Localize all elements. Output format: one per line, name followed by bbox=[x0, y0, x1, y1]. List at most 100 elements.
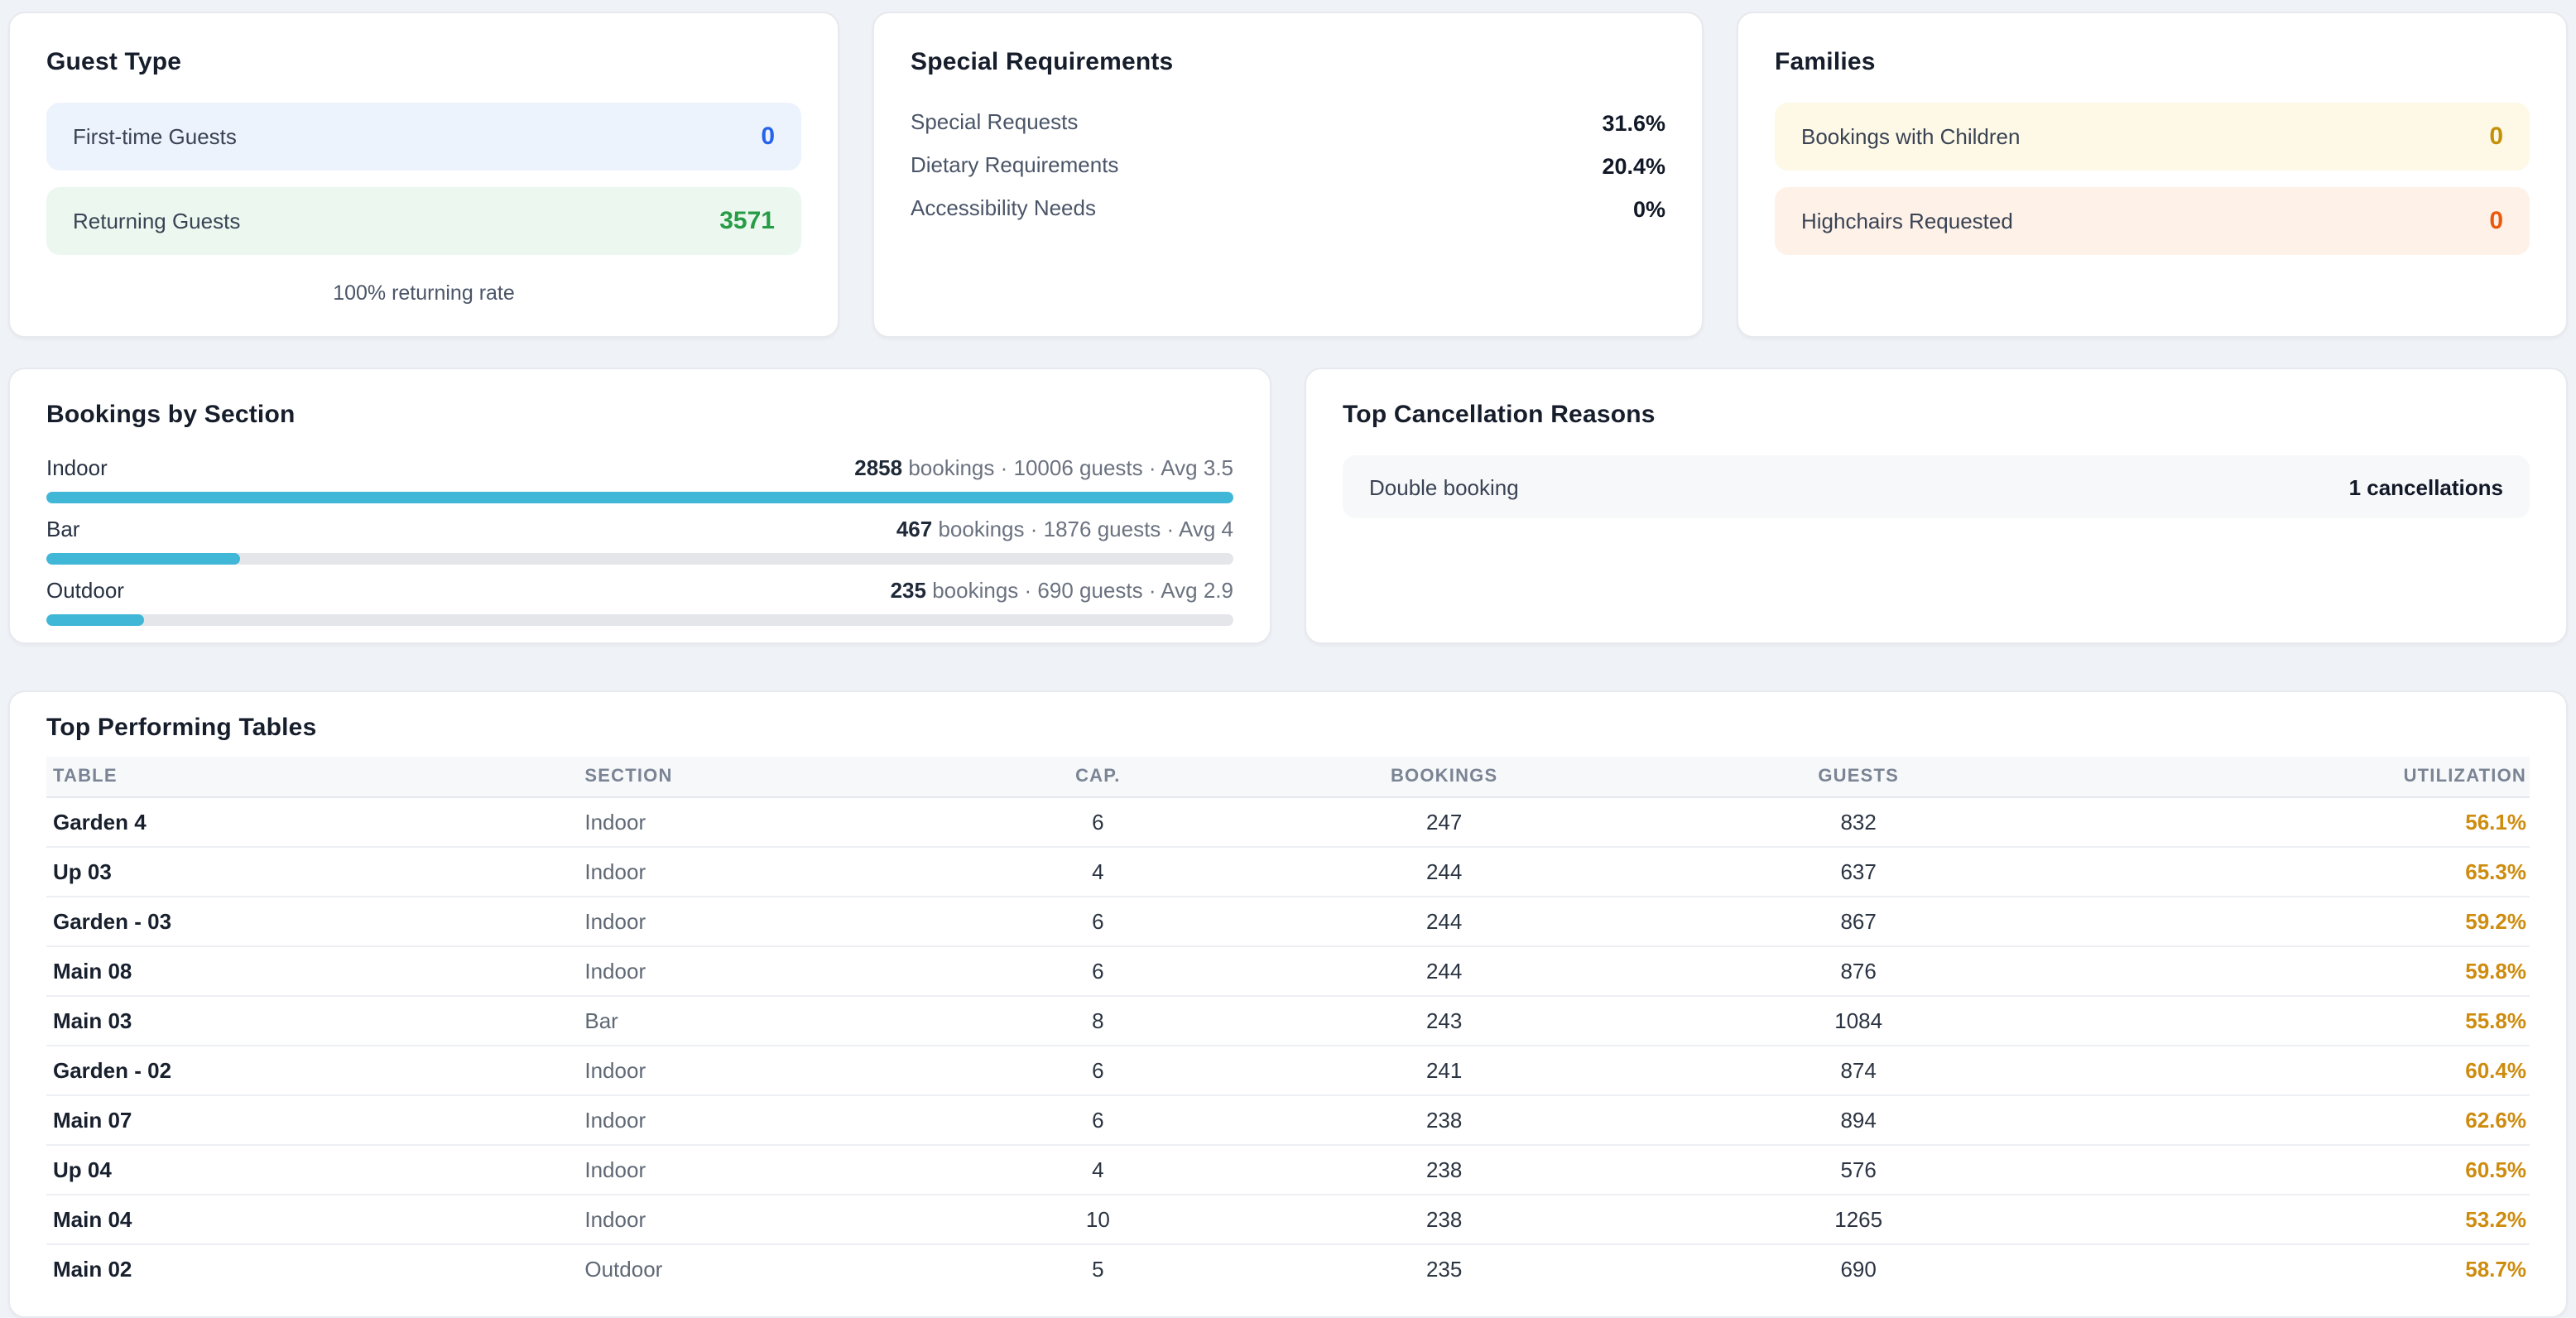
table-row: Main 04 Indoor 10 238 1265 53.2% bbox=[46, 1195, 2530, 1244]
section-outdoor-line: Outdoor 235 bookings · 690 guests · Avg … bbox=[46, 578, 1233, 604]
accessibility-needs-value: 0% bbox=[1633, 196, 1665, 221]
cell-utilization: 56.1% bbox=[2093, 797, 2530, 847]
families-title: Families bbox=[1775, 46, 2530, 79]
table-row: Garden - 02 Indoor 6 241 874 60.4% bbox=[46, 1046, 2530, 1095]
special-requirements-title: Special Requirements bbox=[911, 46, 1665, 79]
cell-table-name: Main 08 bbox=[46, 946, 584, 996]
cell-bookings: 235 bbox=[1265, 1244, 1623, 1293]
cell-capacity: 6 bbox=[931, 897, 1265, 946]
section-bar-bar-track bbox=[46, 553, 1233, 565]
top-tables-body: Garden 4 Indoor 6 247 832 56.1% Up 03 In… bbox=[46, 797, 2530, 1293]
section-outdoor-bar-track bbox=[46, 614, 1233, 626]
cell-section: Bar bbox=[584, 996, 930, 1046]
table-row: Main 08 Indoor 6 244 876 59.8% bbox=[46, 946, 2530, 996]
returning-guests-value: 3571 bbox=[719, 207, 775, 235]
cell-table-name: Main 02 bbox=[46, 1244, 584, 1293]
cell-guests: 867 bbox=[1623, 897, 2093, 946]
special-requests-value: 31.6% bbox=[1602, 110, 1665, 135]
bookings-with-children-label: Bookings with Children bbox=[1801, 124, 2020, 149]
cell-capacity: 6 bbox=[931, 1046, 1265, 1095]
middle-cards-row: Bookings by Section Indoor 2858 bookings… bbox=[8, 368, 2568, 644]
cell-capacity: 4 bbox=[931, 847, 1265, 897]
dietary-requirements-value: 20.4% bbox=[1602, 153, 1665, 178]
cell-table-name: Main 07 bbox=[46, 1095, 584, 1145]
table-row: Up 04 Indoor 4 238 576 60.5% bbox=[46, 1145, 2530, 1195]
cell-section: Indoor bbox=[584, 1195, 930, 1244]
section-outdoor-name: Outdoor bbox=[46, 578, 124, 604]
special-requests-row: Special Requests 31.6% bbox=[911, 109, 1665, 136]
cell-guests: 1084 bbox=[1623, 996, 2093, 1046]
cell-utilization: 60.4% bbox=[2093, 1046, 2530, 1095]
cell-capacity: 5 bbox=[931, 1244, 1265, 1293]
cell-utilization: 65.3% bbox=[2093, 847, 2530, 897]
cell-table-name: Main 04 bbox=[46, 1195, 584, 1244]
section-indoor: Indoor 2858 bookings · 10006 guests · Av… bbox=[46, 455, 1233, 503]
cancellation-reason-label: Double booking bbox=[1369, 474, 1519, 499]
table-row: Main 03 Bar 8 243 1084 55.8% bbox=[46, 996, 2530, 1046]
cell-table-name: Up 03 bbox=[46, 847, 584, 897]
guest-type-title: Guest Type bbox=[46, 46, 801, 79]
section-bar-detail: bookings · 1876 guests · Avg 4 bbox=[932, 517, 1233, 541]
cell-utilization: 59.2% bbox=[2093, 897, 2530, 946]
cell-section: Indoor bbox=[584, 847, 930, 897]
cell-capacity: 8 bbox=[931, 996, 1265, 1046]
bookings-with-children-row: Bookings with Children 0 bbox=[1775, 103, 2530, 171]
cancellation-reason-value: 1 cancellations bbox=[2349, 474, 2503, 499]
table-row: Main 02 Outdoor 5 235 690 58.7% bbox=[46, 1244, 2530, 1293]
cancellation-reason-row: Double booking 1 cancellations bbox=[1343, 455, 2530, 518]
cell-guests: 876 bbox=[1623, 946, 2093, 996]
section-indoor-detail: bookings · 10006 guests · Avg 3.5 bbox=[902, 455, 1233, 480]
top-tables-header: TABLE SECTION CAP. BOOKINGS GUESTS UTILI… bbox=[46, 757, 2530, 797]
cell-utilization: 60.5% bbox=[2093, 1145, 2530, 1195]
cell-section: Indoor bbox=[584, 1095, 930, 1145]
top-performing-tables-card: Top Performing Tables TABLE SECTION CAP.… bbox=[8, 690, 2568, 1318]
section-outdoor-detail: bookings · 690 guests · Avg 2.9 bbox=[926, 578, 1233, 603]
returning-rate-footnote: 100% returning rate bbox=[46, 281, 801, 305]
cell-bookings: 244 bbox=[1265, 897, 1623, 946]
analytics-dashboard: Guest Type First-time Guests 0 Returning… bbox=[0, 0, 2576, 1318]
section-bar-line: Bar 467 bookings · 1876 guests · Avg 4 bbox=[46, 517, 1233, 543]
highchairs-requested-value: 0 bbox=[2489, 207, 2503, 235]
bookings-with-children-value: 0 bbox=[2489, 123, 2503, 151]
cell-utilization: 58.7% bbox=[2093, 1244, 2530, 1293]
section-bar-stats: 467 bookings · 1876 guests · Avg 4 bbox=[896, 517, 1233, 543]
cell-bookings: 247 bbox=[1265, 797, 1623, 847]
cell-section: Indoor bbox=[584, 897, 930, 946]
cell-section: Indoor bbox=[584, 797, 930, 847]
cell-bookings: 238 bbox=[1265, 1195, 1623, 1244]
scale-wrapper: Guest Type First-time Guests 0 Returning… bbox=[0, 0, 2576, 1318]
top-cancellation-reasons-title: Top Cancellation Reasons bbox=[1343, 399, 2530, 432]
highchairs-requested-row: Highchairs Requested 0 bbox=[1775, 187, 2530, 255]
special-requirements-card: Special Requirements Special Requests 31… bbox=[872, 12, 1704, 338]
column-header-bookings: BOOKINGS bbox=[1265, 757, 1623, 797]
section-outdoor: Outdoor 235 bookings · 690 guests · Avg … bbox=[46, 578, 1233, 626]
families-card: Families Bookings with Children 0 Highch… bbox=[1737, 12, 2568, 338]
cell-utilization: 62.6% bbox=[2093, 1095, 2530, 1145]
cell-section: Indoor bbox=[584, 1145, 930, 1195]
section-bar-bar-fill bbox=[46, 553, 240, 565]
section-bar-bookings: 467 bbox=[896, 517, 932, 541]
returning-guests-label: Returning Guests bbox=[73, 209, 240, 233]
top-tables-header-row: TABLE SECTION CAP. BOOKINGS GUESTS UTILI… bbox=[46, 757, 2530, 797]
cell-bookings: 243 bbox=[1265, 996, 1623, 1046]
first-time-guests-label: First-time Guests bbox=[73, 124, 237, 149]
column-header-guests: GUESTS bbox=[1623, 757, 2093, 797]
first-time-guests-row: First-time Guests 0 bbox=[46, 103, 801, 171]
section-bar-name: Bar bbox=[46, 517, 79, 543]
bookings-by-section-title: Bookings by Section bbox=[46, 399, 1233, 432]
cell-utilization: 55.8% bbox=[2093, 996, 2530, 1046]
top-performing-tables-title: Top Performing Tables bbox=[46, 712, 2530, 745]
top-cancellation-reasons-card: Top Cancellation Reasons Double booking … bbox=[1305, 368, 2568, 644]
table-row: Up 03 Indoor 4 244 637 65.3% bbox=[46, 847, 2530, 897]
bookings-by-section-card: Bookings by Section Indoor 2858 bookings… bbox=[8, 368, 1271, 644]
cell-table-name: Main 03 bbox=[46, 996, 584, 1046]
column-header-section: SECTION bbox=[584, 757, 930, 797]
cell-capacity: 4 bbox=[931, 1145, 1265, 1195]
cell-table-name: Garden 4 bbox=[46, 797, 584, 847]
section-indoor-line: Indoor 2858 bookings · 10006 guests · Av… bbox=[46, 455, 1233, 482]
special-requests-label: Special Requests bbox=[911, 109, 1078, 136]
cell-guests: 832 bbox=[1623, 797, 2093, 847]
first-time-guests-value: 0 bbox=[761, 123, 775, 151]
section-bar: Bar 467 bookings · 1876 guests · Avg 4 bbox=[46, 517, 1233, 565]
guest-type-card: Guest Type First-time Guests 0 Returning… bbox=[8, 12, 839, 338]
